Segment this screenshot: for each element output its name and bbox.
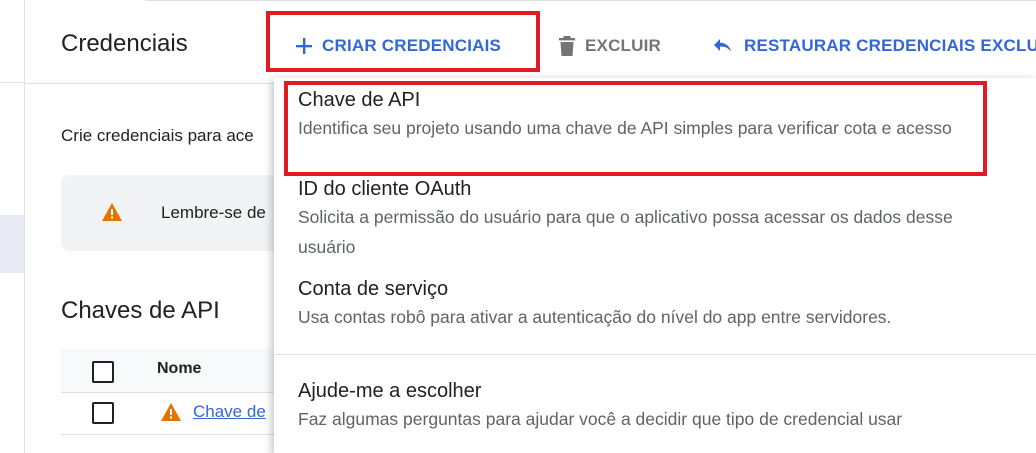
menu-item-title: Chave de API [298,89,421,111]
restore-credentials-button[interactable]: RESTAURAR CREDENCIAIS EXCLU [712,30,1036,62]
select-all-checkbox[interactable] [92,361,114,383]
trash-icon [557,35,577,57]
menu-item-description: Faz algumas perguntas para ajudar você a… [298,409,903,429]
nav-item-selected[interactable] [0,215,24,273]
undo-icon [712,36,736,56]
create-credentials-button[interactable]: CRIAR CREDENCIAIS [294,30,501,62]
warning-icon [160,402,182,427]
warning-text: Lembre-se de [161,203,266,222]
create-credentials-label: CRIAR CREDENCIAIS [322,36,502,55]
left-nav [0,0,25,453]
row-checkbox[interactable] [92,402,114,424]
menu-item-description: Usa contas robô para ativar a autenticaç… [298,307,892,327]
nav-divider [0,82,24,83]
menu-item-title: ID do cliente OAuth [298,178,472,200]
plus-icon [294,36,314,56]
menu-item-description: Identifica seu projeto usando uma chave … [298,118,952,138]
menu-item-title: Conta de serviço [298,278,449,300]
menu-item-api-key[interactable]: Chave de API Identifica seu projeto usan… [298,87,988,143]
delete-label: EXCLUIR [585,36,662,55]
column-header-name[interactable]: Nome [157,360,201,378]
row-divider [61,434,301,435]
menu-item-description: Solicita a permissão do usuário para que… [298,207,953,257]
menu-item-service-account[interactable]: Conta de serviço Usa contas robô para at… [298,276,988,332]
intro-text: Crie credenciais para ace [61,126,254,145]
restore-credentials-label: RESTAURAR CREDENCIAIS EXCLU [744,36,1036,55]
create-credentials-menu: Chave de API Identifica seu projeto usan… [274,78,1036,453]
api-key-link[interactable]: Chave de [193,402,266,422]
warning-icon [101,202,123,227]
menu-item-oauth-client-id[interactable]: ID do cliente OAuth Solicita a permissão… [298,176,988,262]
menu-divider [274,354,1036,355]
menu-item-help-me-choose[interactable]: Ajude-me a escolher Faz algumas pergunta… [298,378,988,434]
menu-item-title: Ajude-me a escolher [298,380,482,402]
delete-button[interactable]: EXCLUIR [557,30,661,62]
api-keys-title: Chaves de API [61,297,220,324]
page-title: Credenciais [61,30,188,57]
top-strip [0,0,1036,4]
